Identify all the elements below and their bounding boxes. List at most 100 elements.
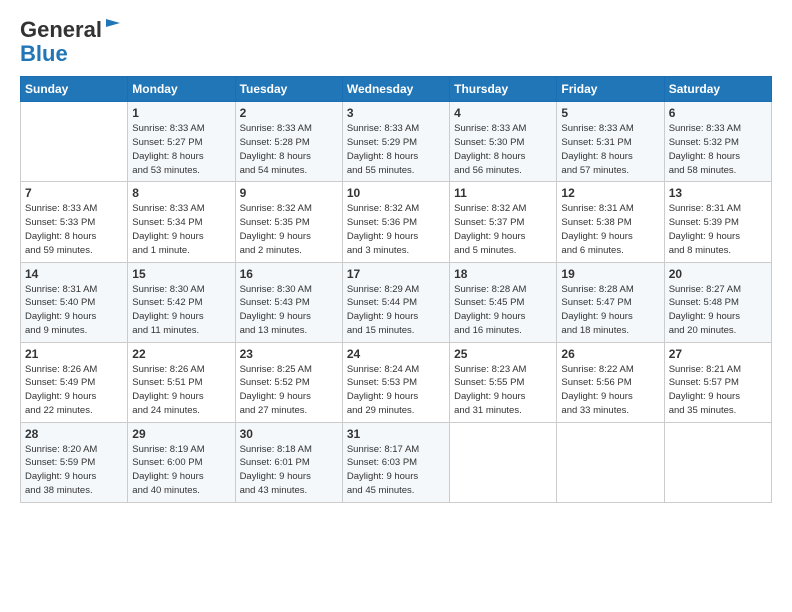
day-number: 5 — [561, 106, 659, 120]
calendar-cell: 2 Sunrise: 8:33 AM Sunset: 5:28 PM Daylig… — [235, 102, 342, 182]
calendar-cell: 9Sunrise: 8:32 AM Sunset: 5:35 PM Daylig… — [235, 182, 342, 262]
day-number: 20 — [669, 267, 767, 281]
day-number: 31 — [347, 427, 445, 441]
calendar-cell: 1 Sunrise: 8:33 AM Sunset: 5:27 PM Daylig… — [128, 102, 235, 182]
calendar-cell: 28Sunrise: 8:20 AM Sunset: 5:59 PM Dayli… — [21, 422, 128, 502]
calendar-cell: 5 Sunrise: 8:33 AM Sunset: 5:31 PM Daylig… — [557, 102, 664, 182]
calendar-cell: 23 Sunrise: 8:25 AM Sunset: 5:52 PM Dayli… — [235, 342, 342, 422]
day-number: 27 — [669, 347, 767, 361]
day-info: Sunrise: 8:24 AM Sunset: 5:53 PM Dayligh… — [347, 363, 445, 418]
day-header-saturday: Saturday — [664, 77, 771, 102]
calendar-cell: 31 Sunrise: 8:17 AM Sunset: 6:03 PM Dayli… — [342, 422, 449, 502]
day-info: Sunrise: 8:31 AM Sunset: 5:39 PM Dayligh… — [669, 202, 767, 257]
week-row-4: 28Sunrise: 8:20 AM Sunset: 5:59 PM Dayli… — [21, 422, 772, 502]
day-info: Sunrise: 8:30 AM Sunset: 5:43 PM Dayligh… — [240, 283, 338, 338]
calendar-cell: 13 Sunrise: 8:31 AM Sunset: 5:39 PM Dayli… — [664, 182, 771, 262]
day-number: 28 — [25, 427, 123, 441]
day-info: Sunrise: 8:32 AM Sunset: 5:37 PM Dayligh… — [454, 202, 552, 257]
calendar-cell: 10 Sunrise: 8:32 AM Sunset: 5:36 PM Dayli… — [342, 182, 449, 262]
day-info: Sunrise: 8:27 AM Sunset: 5:48 PM Dayligh… — [669, 283, 767, 338]
day-info: Sunrise: 8:33 AM Sunset: 5:27 PM Dayligh… — [132, 122, 230, 177]
calendar-header-row: SundayMondayTuesdayWednesdayThursdayFrid… — [21, 77, 772, 102]
day-number: 17 — [347, 267, 445, 281]
calendar-cell — [450, 422, 557, 502]
day-info: Sunrise: 8:17 AM Sunset: 6:03 PM Dayligh… — [347, 443, 445, 498]
day-number: 3 — [347, 106, 445, 120]
calendar-cell: 3 Sunrise: 8:33 AM Sunset: 5:29 PM Daylig… — [342, 102, 449, 182]
logo: General Blue — [20, 18, 122, 66]
calendar-cell: 21 Sunrise: 8:26 AM Sunset: 5:49 PM Dayli… — [21, 342, 128, 422]
day-info: Sunrise: 8:30 AM Sunset: 5:42 PM Dayligh… — [132, 283, 230, 338]
calendar-cell: 17 Sunrise: 8:29 AM Sunset: 5:44 PM Dayli… — [342, 262, 449, 342]
day-number: 10 — [347, 186, 445, 200]
calendar-cell: 20 Sunrise: 8:27 AM Sunset: 5:48 PM Dayli… — [664, 262, 771, 342]
day-info: Sunrise: 8:26 AM Sunset: 5:51 PM Dayligh… — [132, 363, 230, 418]
day-number: 26 — [561, 347, 659, 361]
day-number: 18 — [454, 267, 552, 281]
header: General Blue — [20, 18, 772, 66]
calendar-cell: 19Sunrise: 8:28 AM Sunset: 5:47 PM Dayli… — [557, 262, 664, 342]
day-info: Sunrise: 8:29 AM Sunset: 5:44 PM Dayligh… — [347, 283, 445, 338]
day-header-monday: Monday — [128, 77, 235, 102]
day-info: Sunrise: 8:21 AM Sunset: 5:57 PM Dayligh… — [669, 363, 767, 418]
day-info: Sunrise: 8:28 AM Sunset: 5:45 PM Dayligh… — [454, 283, 552, 338]
day-info: Sunrise: 8:25 AM Sunset: 5:52 PM Dayligh… — [240, 363, 338, 418]
day-number: 25 — [454, 347, 552, 361]
day-info: Sunrise: 8:33 AM Sunset: 5:30 PM Dayligh… — [454, 122, 552, 177]
day-number: 24 — [347, 347, 445, 361]
day-info: Sunrise: 8:33 AM Sunset: 5:33 PM Dayligh… — [25, 202, 123, 257]
day-number: 29 — [132, 427, 230, 441]
logo-flag-icon — [104, 17, 122, 35]
day-info: Sunrise: 8:33 AM Sunset: 5:28 PM Dayligh… — [240, 122, 338, 177]
day-number: 2 — [240, 106, 338, 120]
day-header-tuesday: Tuesday — [235, 77, 342, 102]
calendar-cell: 6Sunrise: 8:33 AM Sunset: 5:32 PM Daylig… — [664, 102, 771, 182]
day-number: 22 — [132, 347, 230, 361]
week-row-0: 1 Sunrise: 8:33 AM Sunset: 5:27 PM Daylig… — [21, 102, 772, 182]
day-number: 16 — [240, 267, 338, 281]
logo-blue: Blue — [20, 42, 68, 66]
day-number: 21 — [25, 347, 123, 361]
day-number: 7 — [25, 186, 123, 200]
day-info: Sunrise: 8:26 AM Sunset: 5:49 PM Dayligh… — [25, 363, 123, 418]
calendar-cell: 24 Sunrise: 8:24 AM Sunset: 5:53 PM Dayli… — [342, 342, 449, 422]
day-number: 1 — [132, 106, 230, 120]
day-info: Sunrise: 8:33 AM Sunset: 5:29 PM Dayligh… — [347, 122, 445, 177]
week-row-2: 14Sunrise: 8:31 AM Sunset: 5:40 PM Dayli… — [21, 262, 772, 342]
calendar-cell: 8 Sunrise: 8:33 AM Sunset: 5:34 PM Daylig… — [128, 182, 235, 262]
day-number: 13 — [669, 186, 767, 200]
day-info: Sunrise: 8:31 AM Sunset: 5:38 PM Dayligh… — [561, 202, 659, 257]
day-number: 8 — [132, 186, 230, 200]
day-header-sunday: Sunday — [21, 77, 128, 102]
day-info: Sunrise: 8:33 AM Sunset: 5:34 PM Dayligh… — [132, 202, 230, 257]
calendar-cell: 25 Sunrise: 8:23 AM Sunset: 5:55 PM Dayli… — [450, 342, 557, 422]
calendar-cell — [557, 422, 664, 502]
day-number: 14 — [25, 267, 123, 281]
day-info: Sunrise: 8:33 AM Sunset: 5:31 PM Dayligh… — [561, 122, 659, 177]
day-info: Sunrise: 8:22 AM Sunset: 5:56 PM Dayligh… — [561, 363, 659, 418]
calendar-cell: 27 Sunrise: 8:21 AM Sunset: 5:57 PM Dayli… — [664, 342, 771, 422]
day-info: Sunrise: 8:32 AM Sunset: 5:36 PM Dayligh… — [347, 202, 445, 257]
page: General Blue SundayMondayTuesdayWednesda… — [0, 0, 792, 513]
day-info: Sunrise: 8:19 AM Sunset: 6:00 PM Dayligh… — [132, 443, 230, 498]
calendar-cell: 22 Sunrise: 8:26 AM Sunset: 5:51 PM Dayli… — [128, 342, 235, 422]
day-number: 9 — [240, 186, 338, 200]
calendar-cell: 26 Sunrise: 8:22 AM Sunset: 5:56 PM Dayli… — [557, 342, 664, 422]
day-info: Sunrise: 8:23 AM Sunset: 5:55 PM Dayligh… — [454, 363, 552, 418]
calendar-cell — [664, 422, 771, 502]
day-number: 4 — [454, 106, 552, 120]
calendar-cell: 18 Sunrise: 8:28 AM Sunset: 5:45 PM Dayli… — [450, 262, 557, 342]
day-info: Sunrise: 8:28 AM Sunset: 5:47 PM Dayligh… — [561, 283, 659, 338]
week-row-1: 7 Sunrise: 8:33 AM Sunset: 5:33 PM Daylig… — [21, 182, 772, 262]
logo-general: General — [20, 18, 102, 42]
calendar-cell: 7 Sunrise: 8:33 AM Sunset: 5:33 PM Daylig… — [21, 182, 128, 262]
day-number: 15 — [132, 267, 230, 281]
day-number: 23 — [240, 347, 338, 361]
calendar-cell: 11Sunrise: 8:32 AM Sunset: 5:37 PM Dayli… — [450, 182, 557, 262]
day-info: Sunrise: 8:33 AM Sunset: 5:32 PM Dayligh… — [669, 122, 767, 177]
calendar-cell: 4 Sunrise: 8:33 AM Sunset: 5:30 PM Daylig… — [450, 102, 557, 182]
calendar-cell: 30Sunrise: 8:18 AM Sunset: 6:01 PM Dayli… — [235, 422, 342, 502]
day-info: Sunrise: 8:18 AM Sunset: 6:01 PM Dayligh… — [240, 443, 338, 498]
day-header-thursday: Thursday — [450, 77, 557, 102]
calendar-cell: 16 Sunrise: 8:30 AM Sunset: 5:43 PM Dayli… — [235, 262, 342, 342]
